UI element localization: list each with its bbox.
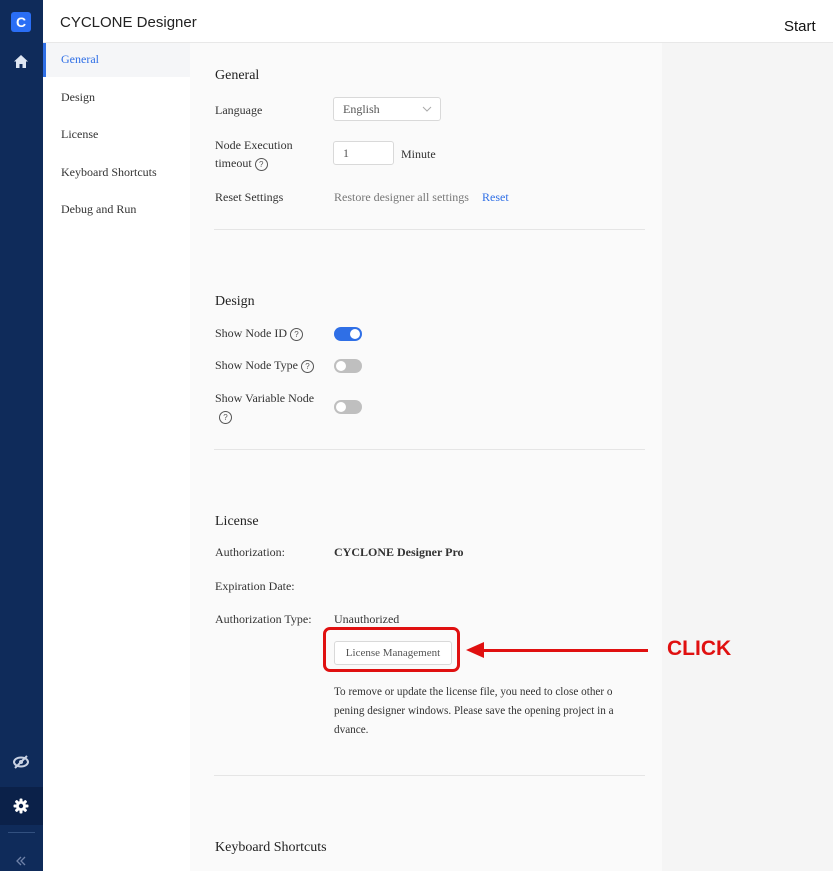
- settings-nav: General Design License Keyboard Shortcut…: [43, 43, 190, 871]
- nav-item-label: General: [61, 52, 99, 66]
- nav-item-label: Design: [61, 90, 95, 104]
- section-divider: [214, 229, 645, 230]
- collapse-icon[interactable]: [11, 851, 31, 871]
- language-select[interactable]: English: [333, 97, 441, 121]
- tab-start[interactable]: Start: [784, 18, 816, 35]
- nav-item-license[interactable]: License: [43, 118, 190, 152]
- section-divider: [214, 775, 645, 776]
- help-icon[interactable]: ?: [290, 327, 303, 341]
- gear-icon[interactable]: [11, 796, 31, 816]
- license-note: To remove or update the license file, yo…: [334, 683, 650, 740]
- authorization-label: Authorization:: [215, 545, 285, 559]
- nav-item-keyboard-shortcuts[interactable]: Keyboard Shortcuts: [43, 156, 190, 190]
- authorization-type-label: Authorization Type:: [215, 612, 312, 626]
- keyboard-shortcuts-section-title: Keyboard Shortcuts: [215, 840, 327, 855]
- app-logo: C: [11, 12, 31, 32]
- authorization-type-value: Unauthorized: [334, 612, 400, 626]
- timeout-label-line1: Node Execution: [215, 138, 293, 152]
- show-node-id-row: Show Node ID ?: [215, 326, 303, 341]
- home-icon[interactable]: [11, 52, 31, 72]
- nav-item-label: Keyboard Shortcuts: [61, 165, 157, 179]
- license-note-line: pening designer windows. Please save the…: [334, 705, 614, 717]
- show-node-type-toggle[interactable]: [334, 359, 362, 373]
- show-node-type-row: Show Node Type ?: [215, 358, 314, 373]
- license-note-line: To remove or update the license file, yo…: [334, 686, 613, 698]
- expiration-date-label: Expiration Date:: [215, 579, 295, 593]
- timeout-input[interactable]: 1: [333, 141, 394, 165]
- timeout-unit: Minute: [401, 147, 436, 161]
- title-bar: CYCLONE Designer Start: [43, 0, 833, 43]
- settings-panel: General Language English Node Execution …: [190, 43, 662, 871]
- reset-settings-label: Reset Settings: [215, 190, 284, 204]
- right-gutter: [662, 43, 833, 871]
- reset-description: Restore designer all settings: [334, 190, 469, 204]
- nav-item-general[interactable]: General: [43, 43, 190, 77]
- app-rail: C: [0, 0, 43, 871]
- arrow-line: [482, 649, 648, 652]
- section-divider: [214, 449, 645, 450]
- nav-item-label: Debug and Run: [61, 202, 137, 216]
- eye-off-icon[interactable]: [11, 752, 31, 772]
- click-annotation: CLICK: [667, 637, 732, 660]
- help-icon[interactable]: ?: [254, 157, 268, 171]
- license-note-line: dvance.: [334, 724, 369, 736]
- show-variable-node-toggle[interactable]: [334, 400, 362, 414]
- app-title: CYCLONE Designer: [60, 14, 197, 31]
- timeout-label-line2-wrap: timeout ?: [215, 156, 268, 171]
- timeout-label-line2: timeout: [215, 156, 252, 170]
- nav-item-design[interactable]: Design: [43, 81, 190, 115]
- reset-link[interactable]: Reset: [482, 190, 509, 205]
- show-node-id-label: Show Node ID: [215, 326, 287, 340]
- general-section-title: General: [215, 68, 260, 83]
- nav-item-label: License: [61, 127, 99, 141]
- language-value: English: [343, 102, 380, 116]
- nav-item-debug-and-run[interactable]: Debug and Run: [43, 193, 190, 227]
- show-node-type-label: Show Node Type: [215, 358, 298, 372]
- license-section-title: License: [215, 514, 259, 529]
- help-icon-wrap: ?: [219, 409, 232, 424]
- rail-divider: [8, 832, 35, 833]
- design-section-title: Design: [215, 294, 255, 309]
- authorization-value: CYCLONE Designer Pro: [334, 545, 464, 559]
- show-node-id-toggle[interactable]: [334, 327, 362, 341]
- show-variable-node-label: Show Variable Node: [215, 391, 315, 405]
- chevron-down-icon: [422, 103, 432, 118]
- help-icon[interactable]: ?: [219, 410, 232, 424]
- help-icon[interactable]: ?: [300, 359, 314, 373]
- highlight-box: [323, 627, 460, 672]
- language-label: Language: [215, 103, 263, 117]
